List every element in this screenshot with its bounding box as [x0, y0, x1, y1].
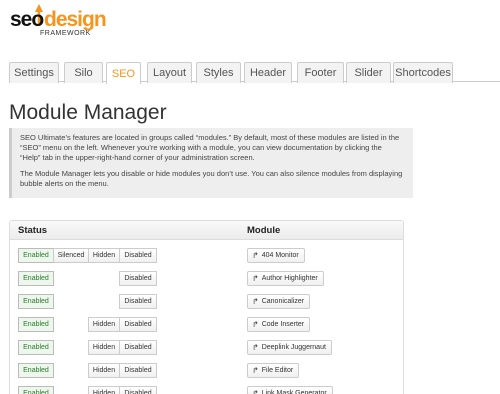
module-link-button[interactable]: ↱ Author Highlighter	[247, 271, 324, 286]
redirect-arrow-icon: ↱	[252, 251, 259, 260]
silenced-button[interactable]: Silenced	[53, 248, 89, 263]
module-link-button[interactable]: ↱ Canonicalizer	[247, 294, 311, 309]
logo-framework-text: FRAMEWORK	[40, 30, 91, 37]
logo-design-text: design	[44, 8, 107, 31]
page-title: Module Manager	[9, 101, 167, 124]
redirect-arrow-icon: ↱	[252, 297, 259, 306]
redirect-arrow-icon: ↱	[252, 343, 259, 352]
status-column-header: Status	[18, 225, 48, 236]
table-row: Enabled Disabled ↱ Author Highlighter	[10, 271, 403, 294]
enabled-button[interactable]: Enabled	[18, 294, 54, 309]
module-column-header: Module	[247, 225, 281, 236]
logo-seo-text: seo	[10, 8, 44, 31]
tab-footer[interactable]: Footer	[297, 62, 344, 83]
disabled-button[interactable]: Disabled	[119, 386, 157, 394]
tab-settings[interactable]: Settings	[9, 62, 59, 83]
logo: seo design FRAMEWORK	[10, 2, 107, 42]
module-name: 404 Monitor	[261, 252, 299, 259]
module-table: Status Module Enabled Silenced Hidden Disab…	[9, 220, 404, 394]
table-row: Enabled Hidden Disabled ↱ Link Mask Generato…	[10, 386, 403, 394]
hidden-button[interactable]: Hidden	[88, 248, 120, 263]
tab-styles[interactable]: Styles	[196, 62, 241, 83]
table-row: Enabled Disabled ↱ Canonicalizer	[10, 294, 403, 317]
enabled-button[interactable]: Enabled	[18, 317, 54, 332]
tab-bar: Settings Silo SEO Layout Styles Header Footer S…	[9, 62, 500, 84]
info-paragraph-2: The Module Manager lets you disable or h…	[20, 169, 403, 188]
redirect-arrow-icon: ↱	[252, 320, 259, 329]
table-row: Enabled Hidden Disabled ↱ Deeplink Juggernau…	[10, 340, 403, 363]
tab-header[interactable]: Header	[244, 62, 292, 83]
enabled-button[interactable]: Enabled	[18, 386, 54, 394]
disabled-button[interactable]: Disabled	[119, 363, 157, 378]
table-row: Enabled Hidden Disabled ↱ Code Inserter	[10, 317, 403, 340]
info-paragraph-1: SEO Ultimate’s features are located in g…	[20, 133, 400, 162]
hidden-button[interactable]: Hidden	[88, 386, 120, 394]
module-link-button[interactable]: ↱ 404 Monitor	[247, 248, 305, 263]
module-name: Deeplink Juggernaut	[261, 344, 326, 351]
hidden-button[interactable]: Hidden	[88, 363, 120, 378]
tab-seo[interactable]: SEO	[106, 62, 141, 84]
table-row: Enabled Hidden Disabled ↱ File Editor	[10, 363, 403, 386]
module-link-button[interactable]: ↱ Code Inserter	[247, 317, 311, 332]
module-link-button[interactable]: ↱ File Editor	[247, 363, 300, 378]
disabled-button[interactable]: Disabled	[119, 317, 157, 332]
info-box: SEO Ultimate’s features are located in g…	[9, 128, 413, 198]
module-name: Author Highlighter	[261, 275, 318, 282]
module-link-button[interactable]: ↱ Link Mask Generator	[247, 386, 333, 394]
redirect-arrow-icon: ↱	[252, 274, 259, 283]
disabled-button[interactable]: Disabled	[119, 248, 157, 263]
module-name: Link Mask Generator	[261, 390, 327, 394]
enabled-button[interactable]: Enabled	[18, 363, 54, 378]
tab-silo[interactable]: Silo	[64, 62, 103, 83]
hidden-button[interactable]: Hidden	[88, 340, 120, 355]
module-name: Code Inserter	[261, 321, 305, 328]
enabled-button[interactable]: Enabled	[18, 248, 54, 263]
tab-slider[interactable]: Slider	[346, 62, 391, 83]
disabled-button[interactable]: Disabled	[119, 340, 157, 355]
enabled-button[interactable]: Enabled	[18, 340, 54, 355]
table-header: Status Module	[10, 221, 403, 240]
disabled-button[interactable]: Disabled	[119, 271, 157, 286]
table-row: Enabled Silenced Hidden Disabled ↱ 404 Monito…	[10, 248, 403, 271]
tab-shortcodes[interactable]: Shortcodes	[393, 62, 453, 83]
tab-layout[interactable]: Layout	[147, 62, 192, 83]
disabled-button[interactable]: Disabled	[119, 294, 157, 309]
redirect-arrow-icon: ↱	[252, 366, 259, 375]
module-name: File Editor	[261, 367, 294, 374]
redirect-arrow-icon: ↱	[252, 389, 259, 394]
hidden-button[interactable]: Hidden	[88, 317, 120, 332]
enabled-button[interactable]: Enabled	[18, 271, 54, 286]
module-link-button[interactable]: ↱ Deeplink Juggernaut	[247, 340, 332, 355]
module-name: Canonicalizer	[261, 298, 305, 305]
